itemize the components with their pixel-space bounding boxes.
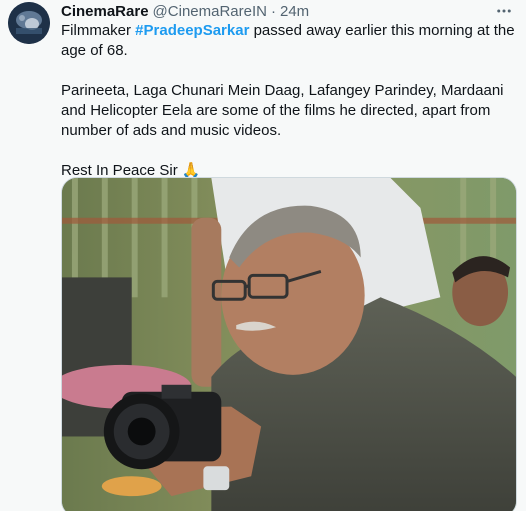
more-horizontal-icon[interactable] [492,0,516,22]
text-before-hashtag: Filmmaker [61,22,136,39]
tweet-header: CinemaRare @CinemaRareIN · 24m [61,1,309,21]
tweet-photo[interactable] [61,177,517,511]
separator: · [270,2,276,20]
tweet-text: Filmmaker #PradeepSarkar passed away ear… [61,21,519,181]
tweet-card: CinemaRare @CinemaRareIN · 24m Filmmaker… [0,0,526,511]
author-name[interactable]: CinemaRare [61,3,149,20]
avatar-image [8,2,50,44]
timestamp[interactable]: 24m [280,3,309,20]
paragraph-1: Filmmaker #PradeepSarkar passed away ear… [61,21,519,61]
hashtag-link[interactable]: #PradeepSarkar [135,22,249,39]
author-handle[interactable]: @CinemaRareIN [153,3,267,20]
paragraph-2: Parineeta, Laga Chunari Mein Daag, Lafan… [61,82,504,139]
photo-image [62,178,516,511]
avatar[interactable] [8,2,50,44]
more-icon-glyph [497,9,511,13]
